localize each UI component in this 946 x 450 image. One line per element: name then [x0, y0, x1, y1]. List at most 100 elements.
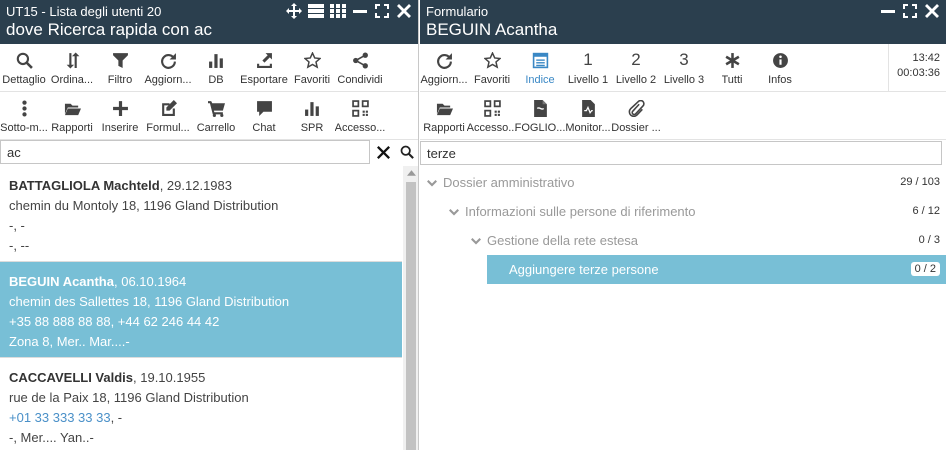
user-list-item[interactable]: CACCAVELLI Valdis, 19.10.1955 rue de la P…: [0, 358, 402, 450]
toolbar-button-label: Filtro: [107, 74, 133, 86]
user-list-scrollbar[interactable]: [403, 166, 418, 450]
edit-form-icon: [160, 98, 177, 118]
inserire-button[interactable]: Inserire: [96, 92, 144, 139]
sotto-m-button[interactable]: Sotto-m...: [0, 92, 48, 139]
user-phones: +01 33 333 33 33, -: [9, 408, 393, 428]
right-titlebar: Formulario BEGUIN Acantha: [420, 0, 946, 44]
toolbar-button-label: Accesso...: [466, 122, 518, 134]
toolbar-button-label: Carrello: [196, 122, 236, 134]
condividi-button[interactable]: Condividi: [336, 44, 384, 91]
close-icon[interactable]: [924, 3, 940, 19]
scroll-up-icon[interactable]: [403, 166, 418, 180]
user-list-item[interactable]: BEGUIN Acantha, 06.10.1964 chemin des Sal…: [0, 262, 402, 357]
right-toolbar-secondary: Rapporti Accesso... FOGLIO... Monitor... Dos…: [420, 92, 946, 140]
star-icon: [483, 50, 501, 70]
rapporti-button[interactable]: Rapporti: [48, 92, 96, 139]
livello-2-button[interactable]: 2 Livello 2: [612, 44, 660, 91]
fullscreen-icon[interactable]: [902, 3, 918, 19]
user-phones: -, -: [9, 216, 393, 236]
esportare-button[interactable]: Esportare: [240, 44, 288, 91]
dettaglio-button[interactable]: Dettaglio: [0, 44, 48, 91]
user-list: BATTAGLIOLA Machteld, 29.12.1983 chemin d…: [0, 166, 402, 450]
sort-icon: [64, 50, 81, 70]
toolbar-button-label: Aggiorn...: [144, 74, 192, 86]
list-view-icon[interactable]: [308, 3, 324, 19]
user-phone-link[interactable]: +01 33 333 33 33: [9, 410, 111, 425]
chevron-down-icon[interactable]: [449, 197, 461, 226]
user-address: chemin du Montoly 18, 1196 Gland Distrib…: [9, 198, 279, 213]
tree-node[interactable]: Gestione della rete estesa 0 / 3: [420, 226, 946, 255]
ordina-button[interactable]: Ordina...: [48, 44, 96, 91]
toolbar-button-label: Monitor...: [565, 122, 611, 134]
livello-1-button[interactable]: 1 Livello 1: [564, 44, 612, 91]
filtro-button[interactable]: Filtro: [96, 44, 144, 91]
toolbar-button-label: Favoriti: [293, 74, 331, 86]
indice-button[interactable]: Indice: [516, 44, 564, 91]
form-search-input[interactable]: [420, 141, 942, 165]
user-phone-text: -, -: [9, 218, 25, 233]
folder-open-icon: [64, 98, 81, 118]
share-icon: [352, 50, 369, 70]
tree-node[interactable]: Informazioni sulle persone di riferiment…: [420, 197, 946, 226]
close-icon[interactable]: [396, 3, 412, 19]
move-icon[interactable]: [286, 3, 302, 19]
favoriti-button[interactable]: Favoriti: [468, 44, 516, 91]
aggiorn-button[interactable]: Aggiorn...: [144, 44, 192, 91]
user-birthdate: , 19.10.1955: [133, 370, 206, 385]
user-address: chemin des Sallettes 18, 1196 Gland Dist…: [9, 294, 290, 309]
minimize-icon[interactable]: [352, 3, 368, 19]
right-window-title: Formulario: [426, 4, 489, 19]
tree-node[interactable]: Dossier amministrativo 29 / 103: [420, 168, 946, 197]
star-icon: [303, 50, 321, 70]
chevron-down-icon[interactable]: [427, 168, 439, 197]
db-button[interactable]: DB: [192, 44, 240, 91]
quick-search-input[interactable]: [0, 140, 370, 164]
chat-icon: [256, 98, 273, 118]
toolbar-button-label: Aggiorn...: [420, 74, 468, 86]
grid-view-icon[interactable]: [330, 3, 346, 19]
tutti-button[interactable]: Tutti: [708, 44, 756, 91]
fullscreen-icon[interactable]: [374, 3, 390, 19]
rapporti-button[interactable]: Rapporti: [420, 92, 468, 139]
minimize-icon[interactable]: [880, 3, 896, 19]
left-window-subtitle: dove Ricerca rapida con ac: [6, 20, 213, 39]
foglio-button[interactable]: FOGLIO...: [515, 92, 565, 139]
monitor-button[interactable]: Monitor...: [564, 92, 612, 139]
aggiorn-button[interactable]: Aggiorn...: [420, 44, 468, 91]
livello-3-button[interactable]: 3 Livello 3: [660, 44, 708, 91]
user-address: rue de la Paix 18, 1196 Gland Distributi…: [9, 390, 249, 405]
search-icon[interactable]: [395, 140, 418, 164]
user-list-item[interactable]: BATTAGLIOLA Machteld, 29.12.1983 chemin d…: [0, 166, 402, 261]
qr-code-icon: [483, 98, 501, 118]
bar-chart-icon: [304, 98, 321, 118]
qr-code-icon: [351, 98, 369, 118]
favoriti-button[interactable]: Favoriti: [288, 44, 336, 91]
toolbar-button-label: Formul...: [146, 122, 190, 134]
infos-button[interactable]: Infos: [756, 44, 804, 91]
formul-button[interactable]: Formul...: [144, 92, 192, 139]
toolbar-button-label: Infos: [768, 74, 792, 86]
tree-node[interactable]: Aggiungere terze persone 0 / 2: [487, 255, 946, 284]
chat-button[interactable]: Chat: [240, 92, 288, 139]
level-number: 3: [679, 50, 689, 69]
scrollbar-thumb[interactable]: [406, 182, 416, 450]
current-time: 13:42: [912, 52, 940, 64]
accesso-button[interactable]: Accesso...: [466, 92, 518, 139]
accesso-button[interactable]: Accesso...: [335, 92, 385, 139]
user-name: CACCAVELLI Valdis: [9, 370, 134, 385]
paperclip-icon: [628, 98, 645, 118]
clear-search-icon[interactable]: [371, 140, 395, 164]
toolbar-button-label: Favoriti: [473, 74, 511, 86]
toolbar-button-label: Livello 3: [663, 74, 705, 86]
toolbar-button-label: Rapporti: [423, 122, 465, 134]
tree-node-label: Aggiungere terze persone: [509, 262, 659, 277]
dossier-button[interactable]: Dossier ...: [611, 92, 661, 139]
monitor-doc-icon: [580, 98, 597, 118]
carrello-button[interactable]: Carrello: [192, 92, 240, 139]
spr-button[interactable]: SPR: [288, 92, 336, 139]
session-clock: 13:42 00:03:36: [888, 44, 946, 92]
tree-node-count: 0 / 3: [918, 234, 940, 246]
left-toolbar-primary: Dettaglio Ordina... Filtro Aggiorn... DB Espo…: [0, 44, 418, 92]
chevron-down-icon[interactable]: [471, 226, 483, 255]
toolbar-button-label: Livello 1: [567, 74, 609, 86]
